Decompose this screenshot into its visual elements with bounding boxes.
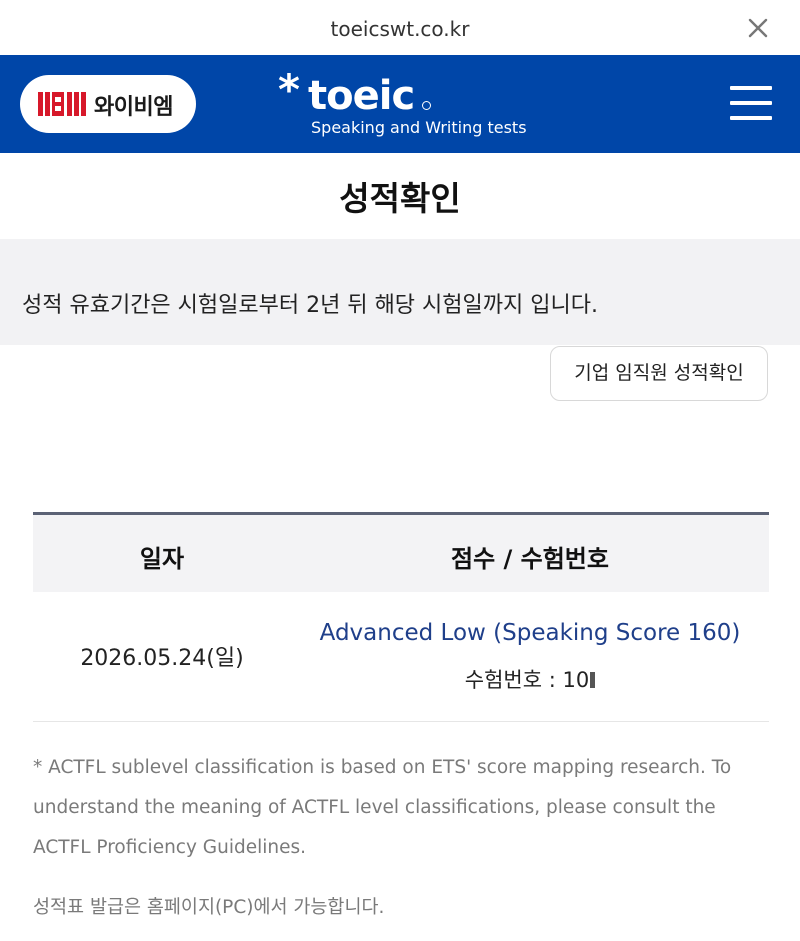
row-registration: 수험번호 : 10: [291, 664, 769, 694]
corporate-score-button[interactable]: 기업 임직원 성적확인: [550, 346, 768, 401]
registration-number: 수험번호 : 10: [464, 668, 590, 692]
table-header: 일자 점수 / 수험번호: [33, 512, 769, 592]
toeic-wordmark: toeic: [308, 73, 415, 119]
ybm-logo[interactable]: 와이비엠: [20, 75, 196, 133]
toeic-subtitle: Speaking and Writing tests: [311, 118, 527, 137]
site-header: 와이비엠 * toeic Speaking and Writing tests: [0, 55, 800, 153]
ybm-label: 와이비엠: [94, 95, 173, 120]
toeic-logo[interactable]: * toeic Speaking and Writing tests: [278, 65, 538, 141]
registered-mark-icon: [422, 101, 431, 110]
redaction-mark: [590, 672, 596, 688]
page-title: 성적확인: [339, 179, 461, 218]
url-text[interactable]: toeicswt.co.kr: [0, 17, 800, 41]
close-icon[interactable]: [744, 14, 772, 42]
score-table: 일자 점수 / 수험번호 2026.05.24(일) Advanced Low …: [33, 512, 769, 722]
row-date: 2026.05.24(일): [80, 646, 244, 671]
menu-bar: [730, 101, 772, 105]
menu-bar: [730, 86, 772, 90]
row-level-link[interactable]: Advanced Low (Speaking Score 160): [291, 620, 769, 646]
header-date: 일자: [139, 545, 185, 573]
ybm-mark-icon: [38, 92, 86, 116]
actfl-footnote: * ACTFL sublevel classification is based…: [33, 757, 732, 858]
issuance-note: 성적표 발급은 홈페이지(PC)에서 가능합니다.: [33, 897, 385, 918]
table-row: 2026.05.24(일) Advanced Low (Speaking Sco…: [33, 592, 769, 722]
asterisk-icon: *: [278, 65, 300, 114]
browser-url-bar: toeicswt.co.kr: [0, 0, 800, 55]
header-score: 점수 / 수험번호: [451, 545, 609, 573]
validity-notice: 성적 유효기간은 시험일로부터 2년 뒤 해당 시험일까지 입니다.: [0, 239, 800, 345]
hamburger-menu-icon[interactable]: [730, 84, 772, 122]
notice-text: 성적 유효기간은 시험일로부터 2년 뒤 해당 시험일까지 입니다.: [22, 293, 598, 318]
menu-bar: [730, 116, 772, 120]
